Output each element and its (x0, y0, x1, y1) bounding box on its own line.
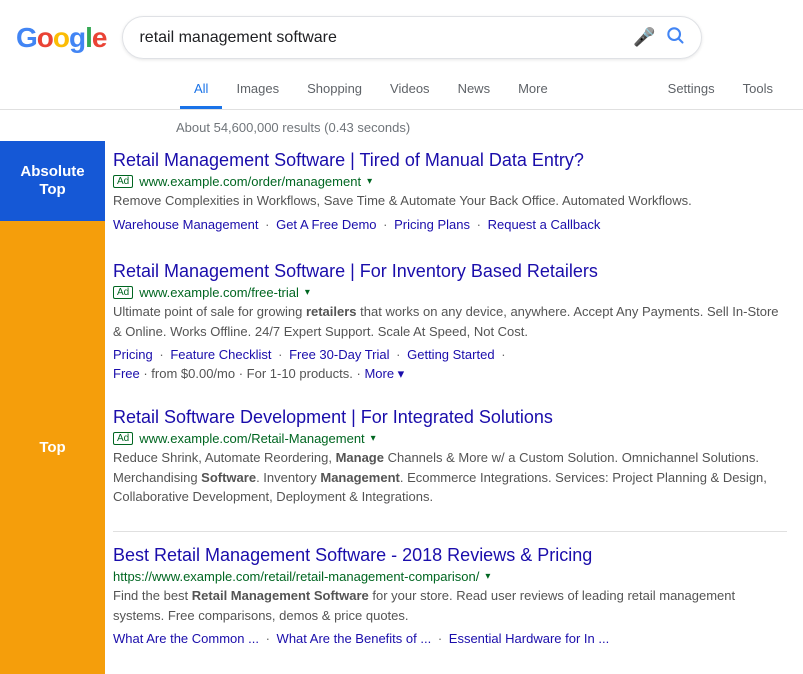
top-label: Top (0, 221, 105, 674)
ad-result-1-title[interactable]: Retail Management Software | Tired of Ma… (113, 150, 584, 170)
ad-badge-1: Ad (113, 175, 133, 188)
results-info: About 54,600,000 results (0.43 seconds) (160, 110, 803, 141)
nav-item-all[interactable]: All (180, 71, 222, 109)
logo-o2: o (53, 22, 69, 54)
ad-result-1-url: www.example.com/order/management (139, 174, 361, 189)
ad-badge-3: Ad (113, 432, 133, 445)
ad-result-1-url-row: Ad www.example.com/order/management ▾ (113, 174, 787, 189)
mic-icon[interactable]: 🎤 (633, 27, 655, 48)
ad-result-3-title[interactable]: Retail Software Development | For Integr… (113, 407, 553, 427)
ad-result-2-url-row: Ad www.example.com/free-trial ▾ (113, 285, 787, 300)
ad-result-3: Retail Software Development | For Integr… (113, 406, 787, 511)
organic-result-1-url: https://www.example.com/retail/retail-ma… (113, 569, 479, 584)
search-bar[interactable]: 🎤 (122, 16, 702, 59)
ad-result-3-desc: Reduce Shrink, Automate Reordering, Mana… (113, 448, 787, 507)
dropdown-arrow-organic[interactable]: ▾ (485, 571, 490, 582)
ad-result-2-url: www.example.com/free-trial (139, 285, 299, 300)
bold-software: Software (201, 470, 256, 485)
dot-6: · (396, 347, 400, 362)
results-column: Retail Management Software | Tired of Ma… (105, 141, 803, 674)
nav-item-tools[interactable]: Tools (729, 71, 787, 109)
dot-2: · (383, 217, 387, 232)
ad-link-1-4[interactable]: Request a Callback (488, 217, 601, 232)
organic-result-1-links: What Are the Common ... · What Are the B… (113, 629, 787, 650)
organic-link-2[interactable]: What Are the Benefits of ... (277, 631, 432, 646)
ad-link-2-2[interactable]: Feature Checklist (170, 347, 271, 362)
logo-g2: g (69, 22, 85, 54)
ad-result-2-links: Pricing · Feature Checklist · Free 30-Da… (113, 345, 787, 366)
ad-result-2-title[interactable]: Retail Management Software | For Invento… (113, 261, 598, 281)
logo-o1: o (37, 22, 53, 54)
ad-link-2-3[interactable]: Free 30-Day Trial (289, 347, 389, 362)
results-count: About 54,600,000 results (0.43 seconds) (176, 120, 410, 135)
ad-badge-2: Ad (113, 286, 133, 299)
nav-item-shopping[interactable]: Shopping (293, 71, 376, 109)
google-logo: Google (16, 22, 106, 54)
dropdown-arrow-3[interactable]: ▾ (371, 433, 376, 444)
search-icon[interactable] (665, 25, 685, 50)
nav-item-settings[interactable]: Settings (654, 71, 729, 109)
organic-result-1-url-row: https://www.example.com/retail/retail-ma… (113, 569, 787, 584)
dot-3: · (477, 217, 481, 232)
logo-l: l (85, 22, 92, 54)
nav-right: Settings Tools (654, 71, 787, 109)
bold-rms: Retail Management Software (192, 588, 369, 603)
ad-result-1-links: Warehouse Management · Get A Free Demo ·… (113, 215, 787, 236)
nav-item-videos[interactable]: Videos (376, 71, 444, 109)
dot-4: · (159, 347, 163, 362)
ad-result-1: Retail Management Software | Tired of Ma… (113, 149, 787, 240)
ad-result-3-url: www.example.com/Retail-Management (139, 431, 364, 446)
ad-link-2-1[interactable]: Pricing (113, 347, 153, 362)
organic-link-3[interactable]: Essential Hardware for In ... (449, 631, 609, 646)
search-input[interactable] (139, 29, 623, 47)
organic-link-1[interactable]: What Are the Common ... (113, 631, 259, 646)
dot-1: · (265, 217, 269, 232)
divider (113, 531, 787, 532)
header: Google 🎤 (0, 0, 803, 67)
ad-link-1-1[interactable]: Warehouse Management (113, 217, 259, 232)
nav-item-news[interactable]: News (444, 71, 505, 109)
bold-management: Management (320, 470, 399, 485)
nav-item-more[interactable]: More (504, 71, 562, 109)
ad-result-3-url-row: Ad www.example.com/Retail-Management ▾ (113, 431, 787, 446)
dot-8: · (266, 631, 270, 646)
free-note: Free · from $0.00/mo · For 1-10 products… (113, 366, 787, 382)
nav-left: All Images Shopping Videos News More (180, 71, 654, 109)
ad-result-2: Retail Management Software | For Invento… (113, 260, 787, 386)
nav-bar: All Images Shopping Videos News More Set… (0, 67, 803, 110)
dropdown-arrow-1[interactable]: ▾ (367, 176, 372, 187)
content: Absolute Top Top Retail Management Softw… (0, 141, 803, 674)
ad-result-1-desc: Remove Complexities in Workflows, Save T… (113, 191, 787, 211)
ad-result-2-desc: Ultimate point of sale for growing retai… (113, 302, 787, 341)
bold-retailers: retailers (306, 304, 357, 319)
ad-link-1-2[interactable]: Get A Free Demo (276, 217, 376, 232)
absolute-top-label: Absolute Top (0, 141, 105, 221)
dropdown-arrow-2[interactable]: ▾ (305, 287, 310, 298)
dot-9: · (438, 631, 442, 646)
ad-link-2-4[interactable]: Getting Started (407, 347, 494, 362)
free-label: Free (113, 366, 140, 381)
dot-7: · (501, 347, 505, 362)
bold-manage: Manage (336, 450, 384, 465)
labels-column: Absolute Top Top (0, 141, 105, 674)
dot-5: · (278, 347, 282, 362)
organic-result-1-title[interactable]: Best Retail Management Software - 2018 R… (113, 545, 592, 565)
nav-item-images[interactable]: Images (222, 71, 293, 109)
logo-g: G (16, 22, 37, 54)
logo-e: e (92, 22, 107, 54)
organic-result-1-desc: Find the best Retail Management Software… (113, 586, 787, 625)
more-link[interactable]: More ▾ (364, 366, 404, 381)
ad-link-1-3[interactable]: Pricing Plans (394, 217, 470, 232)
